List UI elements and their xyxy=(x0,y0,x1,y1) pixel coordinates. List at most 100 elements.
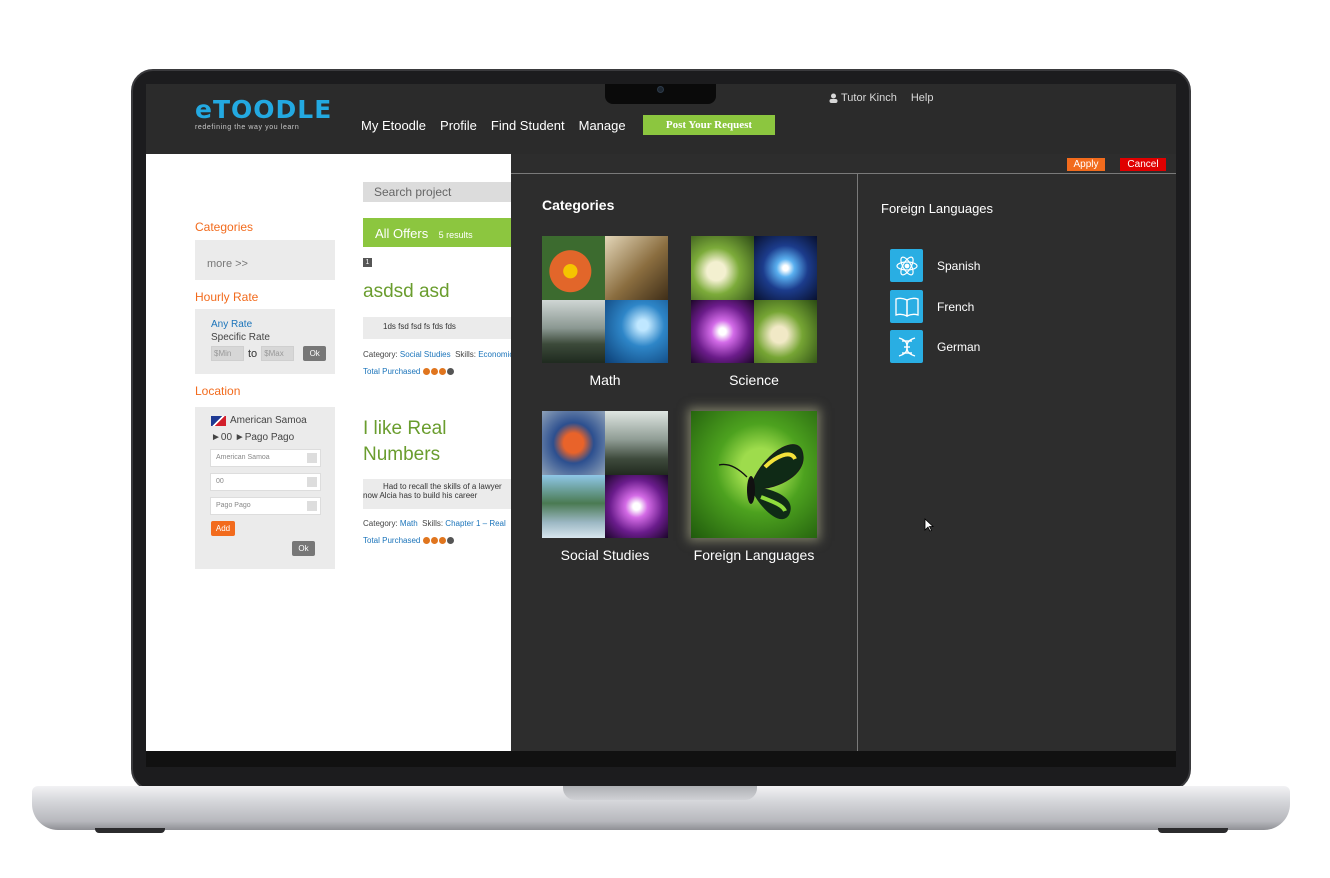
post-request-button[interactable]: Post Your Request xyxy=(643,115,775,135)
dna-icon xyxy=(890,330,923,363)
offers-count: 5 results xyxy=(438,230,473,240)
science-image xyxy=(691,236,817,363)
subcategory-french[interactable]: French xyxy=(890,290,974,323)
skills-link[interactable]: Economics xyxy=(478,350,511,359)
nav-manage[interactable]: Manage xyxy=(579,118,626,133)
cancel-button[interactable]: Cancel xyxy=(1120,158,1166,171)
category-link[interactable]: Math xyxy=(400,519,418,528)
total-purchased: Total Purchased xyxy=(363,367,455,376)
all-offers-bar[interactable]: All Offers 5 results xyxy=(363,218,511,247)
specific-rate-option[interactable]: Specific Rate xyxy=(211,332,335,343)
country-select-value: American Samoa xyxy=(216,454,270,461)
category-picker-overlay: Apply Cancel Categories Math Science Soc… xyxy=(511,154,1176,751)
social-studies-image xyxy=(542,411,668,538)
page-number[interactable]: 1 xyxy=(363,258,372,267)
search-input[interactable]: Search project xyxy=(363,182,511,202)
subcategory-german[interactable]: German xyxy=(890,330,980,363)
nav-my-etoodle[interactable]: My Etoodle xyxy=(361,118,426,133)
category-label: Social Studies xyxy=(560,547,650,563)
result-meta: Category: Math Skills: Chapter 1 – Real xyxy=(363,519,506,528)
hourly-rate-title: Hourly Rate xyxy=(195,290,259,304)
category-card-science[interactable]: Science xyxy=(691,236,817,388)
atom-icon xyxy=(890,249,923,282)
location-breadcrumb: ►00 ►Pago Pago xyxy=(211,432,295,443)
location-country: American Samoa xyxy=(230,415,307,426)
state-select[interactable]: 00 xyxy=(210,473,321,491)
mouse-cursor-icon xyxy=(924,518,934,532)
category-label: Foreign Languages xyxy=(693,547,815,563)
laptop-base-notch xyxy=(563,786,757,800)
rate-to-label: to xyxy=(248,347,258,360)
rate-range-row: $Min to $Max Ok xyxy=(211,346,335,361)
result-description-line: Had to recall the skills of a lawyer xyxy=(383,482,502,491)
category-card-foreign-languages[interactable]: Foreign Languages xyxy=(691,411,817,563)
location-title: Location xyxy=(195,384,241,398)
categories-filter-box: more >> xyxy=(195,240,335,280)
skills-label: Skills: xyxy=(455,350,476,359)
help-link[interactable]: Help xyxy=(911,92,934,104)
laptop-mockup: eTOODLE redefining the way you learn Tut… xyxy=(0,0,1330,878)
rate-ok-button[interactable]: Ok xyxy=(303,346,327,361)
city-select[interactable]: Pago Pago xyxy=(210,497,321,515)
chevron-down-icon xyxy=(307,501,317,511)
search-page: Categories more >> Hourly Rate Any Rate … xyxy=(146,154,511,751)
divider xyxy=(511,173,1176,174)
category-label: Science xyxy=(729,372,779,388)
skills-link[interactable]: Chapter 1 – Real xyxy=(445,519,505,528)
location-ok-button[interactable]: Ok xyxy=(292,541,315,556)
category-label: Category: xyxy=(363,519,398,528)
country-select[interactable]: American Samoa xyxy=(210,449,321,467)
user-menu: Tutor Kinch Help xyxy=(829,92,933,104)
offers-label: All Offers xyxy=(375,226,429,241)
subcategory-label: Spanish xyxy=(937,258,981,273)
total-purchased-label: Total Purchased xyxy=(363,367,421,376)
divider xyxy=(857,173,858,751)
categories-filter-title: Categories xyxy=(195,220,254,234)
subcategory-label: French xyxy=(937,299,975,314)
rating-dots xyxy=(423,368,455,375)
result-description: 1ds fsd fsd fs fds fds xyxy=(363,317,511,339)
user-name: Tutor Kinch xyxy=(841,92,897,104)
main-nav: My Etoodle Profile Find Student Manage xyxy=(361,118,626,133)
flag-icon xyxy=(211,415,226,426)
laptop-foot-right xyxy=(1158,828,1228,833)
categories-heading: Categories xyxy=(542,197,615,213)
chevron-down-icon xyxy=(307,453,317,463)
book-icon xyxy=(890,290,923,323)
result-title[interactable]: I like Real Numbers xyxy=(363,416,473,468)
butterfly-icon xyxy=(718,444,804,520)
rating-dots xyxy=(423,537,455,544)
foreign-languages-image xyxy=(691,411,817,538)
skills-label: Skills: xyxy=(422,519,444,528)
subcategory-spanish[interactable]: Spanish xyxy=(890,249,980,282)
category-link[interactable]: Social Studies xyxy=(400,350,451,359)
total-purchased: Total Purchased xyxy=(363,536,455,545)
category-label: Math xyxy=(589,372,621,388)
result-title[interactable]: asdsd asd xyxy=(363,279,450,305)
math-image xyxy=(542,236,668,363)
laptop-foot-left xyxy=(95,828,165,833)
nav-find-student[interactable]: Find Student xyxy=(491,118,565,133)
any-rate-option[interactable]: Any Rate xyxy=(211,319,335,330)
logo-tagline: redefining the way you learn xyxy=(195,124,300,131)
add-location-button[interactable]: Add xyxy=(211,521,235,536)
result-description: Had to recall the skills of a lawyer now… xyxy=(363,479,511,509)
state-select-value: 00 xyxy=(216,478,224,485)
user-icon xyxy=(829,93,838,103)
nav-profile[interactable]: Profile xyxy=(440,118,477,133)
screen: eTOODLE redefining the way you learn Tut… xyxy=(146,84,1176,751)
min-rate-input[interactable]: $Min xyxy=(211,346,244,361)
user-link[interactable]: Tutor Kinch xyxy=(829,92,897,104)
result-meta: Category: Social Studies Skills: Economi… xyxy=(363,350,511,359)
selected-category-heading: Foreign Languages xyxy=(881,201,994,216)
apply-button[interactable]: Apply xyxy=(1067,158,1105,171)
logo[interactable]: eTOODLE redefining the way you learn xyxy=(195,97,331,133)
category-card-social-studies[interactable]: Social Studies xyxy=(542,411,668,563)
camera-icon xyxy=(657,86,664,93)
categories-more-link[interactable]: more >> xyxy=(207,258,248,270)
max-rate-input[interactable]: $Max xyxy=(261,346,295,361)
category-card-math[interactable]: Math xyxy=(542,236,668,388)
total-purchased-label: Total Purchased xyxy=(363,536,421,545)
location-box: American Samoa ►00 ►Pago Pago American S… xyxy=(195,407,335,569)
chevron-down-icon xyxy=(307,477,317,487)
